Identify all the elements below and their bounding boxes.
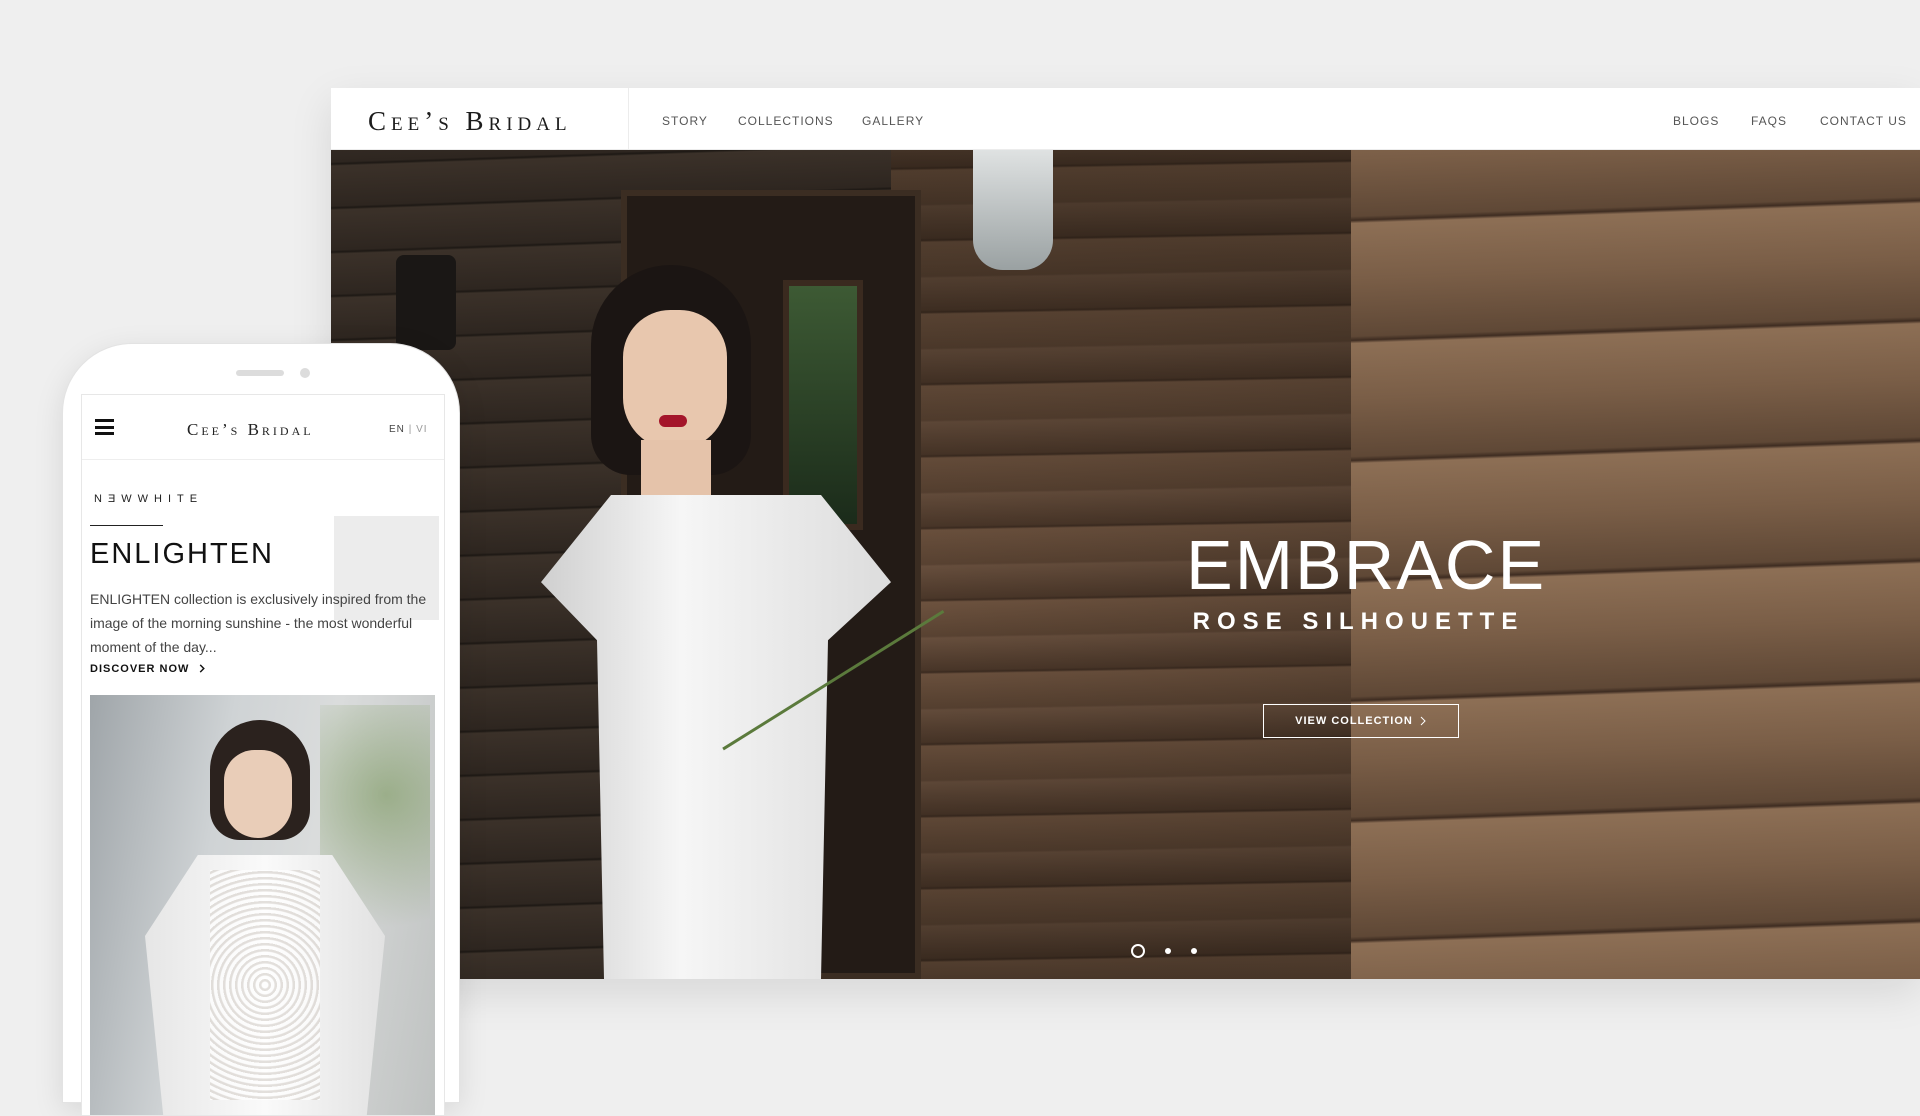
nav-collections[interactable]: COLLECTIONS: [738, 114, 834, 128]
mobile-header: Cee’s Bridal EN | VI: [82, 395, 444, 460]
view-collection-button[interactable]: VIEW COLLECTION: [1263, 704, 1459, 738]
logo-divider: [628, 88, 629, 149]
mobile-phone-mock: Cee’s Bridal EN | VI NƎWWHITE ENLIGHTEN …: [62, 343, 460, 1116]
collection-photo[interactable]: [90, 695, 435, 1115]
title-divider: [90, 525, 163, 526]
wall-lantern: [396, 255, 456, 350]
slider-pagination: [1131, 944, 1197, 958]
nav-faqs[interactable]: FAQS: [1751, 114, 1787, 128]
hero-title: EMBRACE: [1186, 526, 1547, 604]
chevron-right-icon: [1420, 716, 1426, 726]
hamburger-menu-icon[interactable]: [95, 419, 114, 435]
view-collection-label: VIEW COLLECTION: [1295, 715, 1413, 727]
language-switcher: EN | VI: [389, 424, 428, 435]
mobile-site-logo[interactable]: Cee’s Bridal: [187, 420, 314, 440]
discover-now-label: DISCOVER NOW: [90, 663, 190, 675]
lang-separator: |: [408, 424, 413, 435]
bride-lips: [659, 415, 687, 427]
mobile-screen: Cee’s Bridal EN | VI NƎWWHITE ENLIGHTEN …: [81, 394, 445, 1116]
lang-en[interactable]: EN: [389, 424, 405, 435]
nav-blogs[interactable]: BLOGS: [1673, 114, 1719, 128]
lang-vi[interactable]: VI: [416, 424, 427, 435]
top-navigation-bar: Cee’s Bridal STORY COLLECTIONS GALLERY B…: [331, 88, 1920, 150]
hero-bride-photo: [511, 265, 1040, 979]
phone-camera: [300, 368, 310, 378]
brand-label: NƎWWHITE: [94, 493, 204, 505]
nav-story[interactable]: STORY: [662, 114, 708, 128]
nav-contact-us[interactable]: CONTACT US: [1820, 114, 1907, 128]
wall-lamp: [973, 150, 1053, 270]
bride-face: [623, 310, 727, 450]
hero-subtitle: ROSE SILHOUETTE: [1192, 608, 1525, 635]
slider-dot-2[interactable]: [1165, 948, 1171, 954]
chevron-right-icon: [200, 664, 206, 673]
slider-dot-1[interactable]: [1131, 944, 1145, 958]
photo-face: [224, 750, 292, 838]
desktop-site-mock: Cee’s Bridal STORY COLLECTIONS GALLERY B…: [331, 88, 1920, 979]
slider-dot-3[interactable]: [1191, 948, 1197, 954]
collection-description: ENLIGHTEN collection is exclusively insp…: [90, 591, 427, 655]
site-logo[interactable]: Cee’s Bridal: [368, 106, 572, 137]
hero-banner: EMBRACE ROSE SILHOUETTE VIEW COLLECTION: [331, 150, 1920, 979]
discover-now-link[interactable]: DISCOVER NOW: [90, 663, 206, 675]
nav-gallery[interactable]: GALLERY: [862, 114, 924, 128]
phone-speaker: [236, 370, 284, 376]
photo-lace: [210, 870, 320, 1100]
collection-title: ENLIGHTEN: [90, 538, 274, 570]
hero-caption: EMBRACE ROSE SILHOUETTE: [1186, 526, 1547, 636]
